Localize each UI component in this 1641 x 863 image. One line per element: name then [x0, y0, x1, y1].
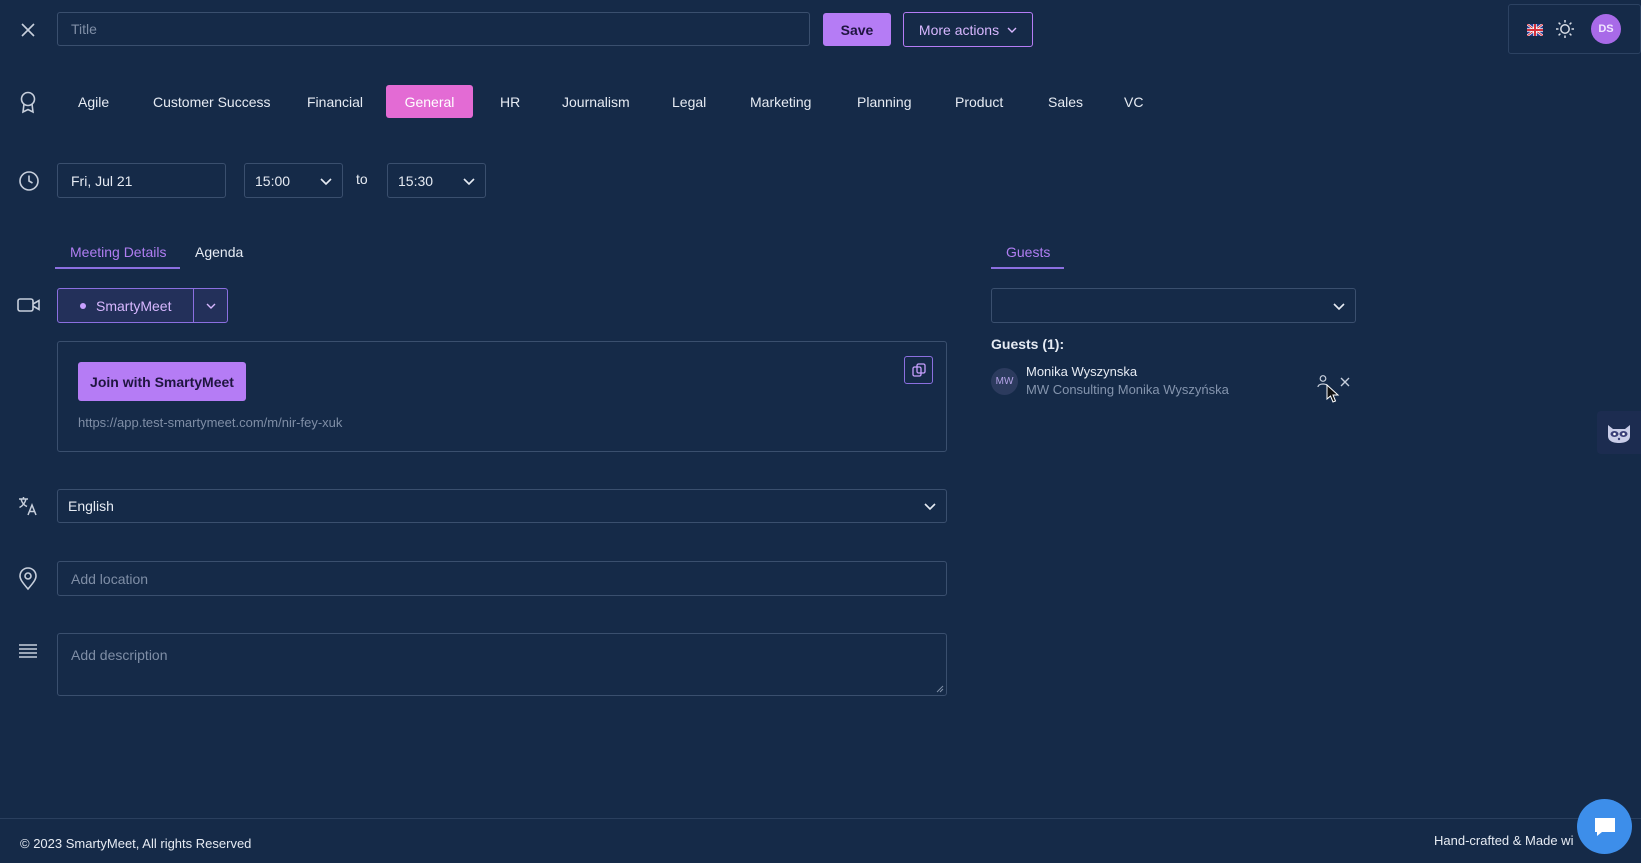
to-label: to: [356, 171, 368, 187]
uk-flag-icon[interactable]: [1526, 23, 1544, 37]
chat-launcher-button[interactable]: [1577, 799, 1632, 854]
more-actions-button[interactable]: More actions: [903, 12, 1033, 47]
category-vc[interactable]: VC: [1120, 85, 1147, 118]
chevron-down-icon: [924, 503, 936, 511]
category-legal[interactable]: Legal: [668, 85, 710, 118]
copy-icon: [911, 363, 926, 377]
category-sales[interactable]: Sales: [1044, 85, 1087, 118]
end-time-value: 15:30: [398, 172, 434, 189]
save-label: Save: [840, 21, 874, 38]
language-select[interactable]: English: [57, 489, 947, 523]
join-meeting-label: Join with SmartyMeet: [90, 373, 234, 390]
assistant-widget[interactable]: [1597, 411, 1641, 454]
video-camera-icon: [17, 296, 41, 314]
provider-selector: SmartyMeet: [57, 288, 228, 323]
remove-guest-icon[interactable]: [1339, 375, 1351, 387]
meeting-link[interactable]: https://app.test-smartymeet.com/m/nir-fe…: [78, 415, 342, 430]
category-financial[interactable]: Financial: [303, 85, 367, 118]
more-actions-label: More actions: [918, 21, 1000, 38]
clock-icon: [18, 170, 40, 192]
chevron-down-icon: [1333, 302, 1345, 310]
title-placeholder: Title: [71, 21, 97, 37]
close-icon[interactable]: [14, 16, 42, 44]
resize-handle-icon[interactable]: [936, 685, 944, 693]
tab-guests[interactable]: Guests: [991, 232, 1064, 269]
provider-dot-icon: [80, 302, 86, 309]
award-icon: [18, 90, 38, 114]
category-general[interactable]: General: [386, 85, 473, 118]
title-input[interactable]: Title: [57, 12, 810, 46]
description-placeholder: Add description: [71, 647, 168, 663]
location-placeholder: Add location: [71, 570, 149, 587]
location-input[interactable]: Add location: [57, 561, 947, 596]
date-input[interactable]: Fri, Jul 21: [57, 163, 226, 198]
chevron-down-icon: [320, 177, 332, 185]
provider-button[interactable]: SmartyMeet: [58, 289, 194, 322]
tab-meeting-details[interactable]: Meeting Details: [55, 232, 180, 269]
tab-agenda[interactable]: Agenda: [195, 244, 243, 260]
footer-copyright: © 2023 SmartyMeet, All rights Reserved: [20, 836, 252, 851]
chevron-down-icon: [206, 303, 215, 309]
category-customer-success[interactable]: Customer Success: [149, 85, 274, 118]
save-button[interactable]: Save: [823, 13, 891, 46]
category-journalism[interactable]: Journalism: [558, 85, 634, 118]
category-marketing[interactable]: Marketing: [746, 85, 815, 118]
meeting-link-panel: Join with SmartyMeet https://app.test-sm…: [57, 341, 947, 452]
guest-search-select[interactable]: [991, 288, 1356, 323]
category-agile[interactable]: Agile: [74, 85, 113, 118]
category-hr[interactable]: HR: [496, 85, 524, 118]
date-value: Fri, Jul 21: [71, 172, 133, 189]
guest-company: MW Consulting Monika Wyszyńska: [1026, 382, 1229, 397]
join-meeting-button[interactable]: Join with SmartyMeet: [78, 362, 246, 401]
start-time-select[interactable]: 15:00: [244, 163, 343, 198]
description-textarea[interactable]: Add description: [57, 633, 947, 696]
chevron-down-icon: [1007, 27, 1017, 33]
description-lines-icon: [18, 643, 38, 659]
copy-link-button[interactable]: [904, 356, 933, 384]
language-value: English: [68, 498, 114, 514]
chat-bubble-icon: [1594, 817, 1615, 836]
guest-avatar: MW: [991, 368, 1018, 395]
location-pin-icon: [18, 567, 38, 591]
guest-list-item: MW Monika Wyszynska MW Consulting Monika…: [991, 362, 1356, 402]
provider-dropdown-toggle[interactable]: [194, 289, 227, 322]
top-right-toolbar: DS: [1508, 4, 1641, 54]
guest-name: Monika Wyszynska: [1026, 364, 1138, 379]
start-time-value: 15:00: [255, 172, 291, 189]
end-time-select[interactable]: 15:30: [387, 163, 486, 198]
category-planning[interactable]: Planning: [853, 85, 916, 118]
translate-icon: [17, 495, 39, 517]
chevron-down-icon: [463, 177, 475, 185]
avatar[interactable]: DS: [1591, 14, 1621, 44]
guests-heading: Guests (1):: [991, 336, 1065, 352]
mouse-cursor-icon: [1326, 383, 1340, 404]
sun-theme-icon[interactable]: [1555, 19, 1575, 39]
raccoon-mascot-icon: [1608, 424, 1630, 443]
provider-label: SmartyMeet: [96, 297, 172, 314]
category-product[interactable]: Product: [951, 85, 1007, 118]
footer-divider: [0, 818, 1641, 819]
avatar-initials: DS: [1598, 23, 1614, 35]
footer-made-with: Hand-crafted & Made wi: [1434, 833, 1574, 848]
